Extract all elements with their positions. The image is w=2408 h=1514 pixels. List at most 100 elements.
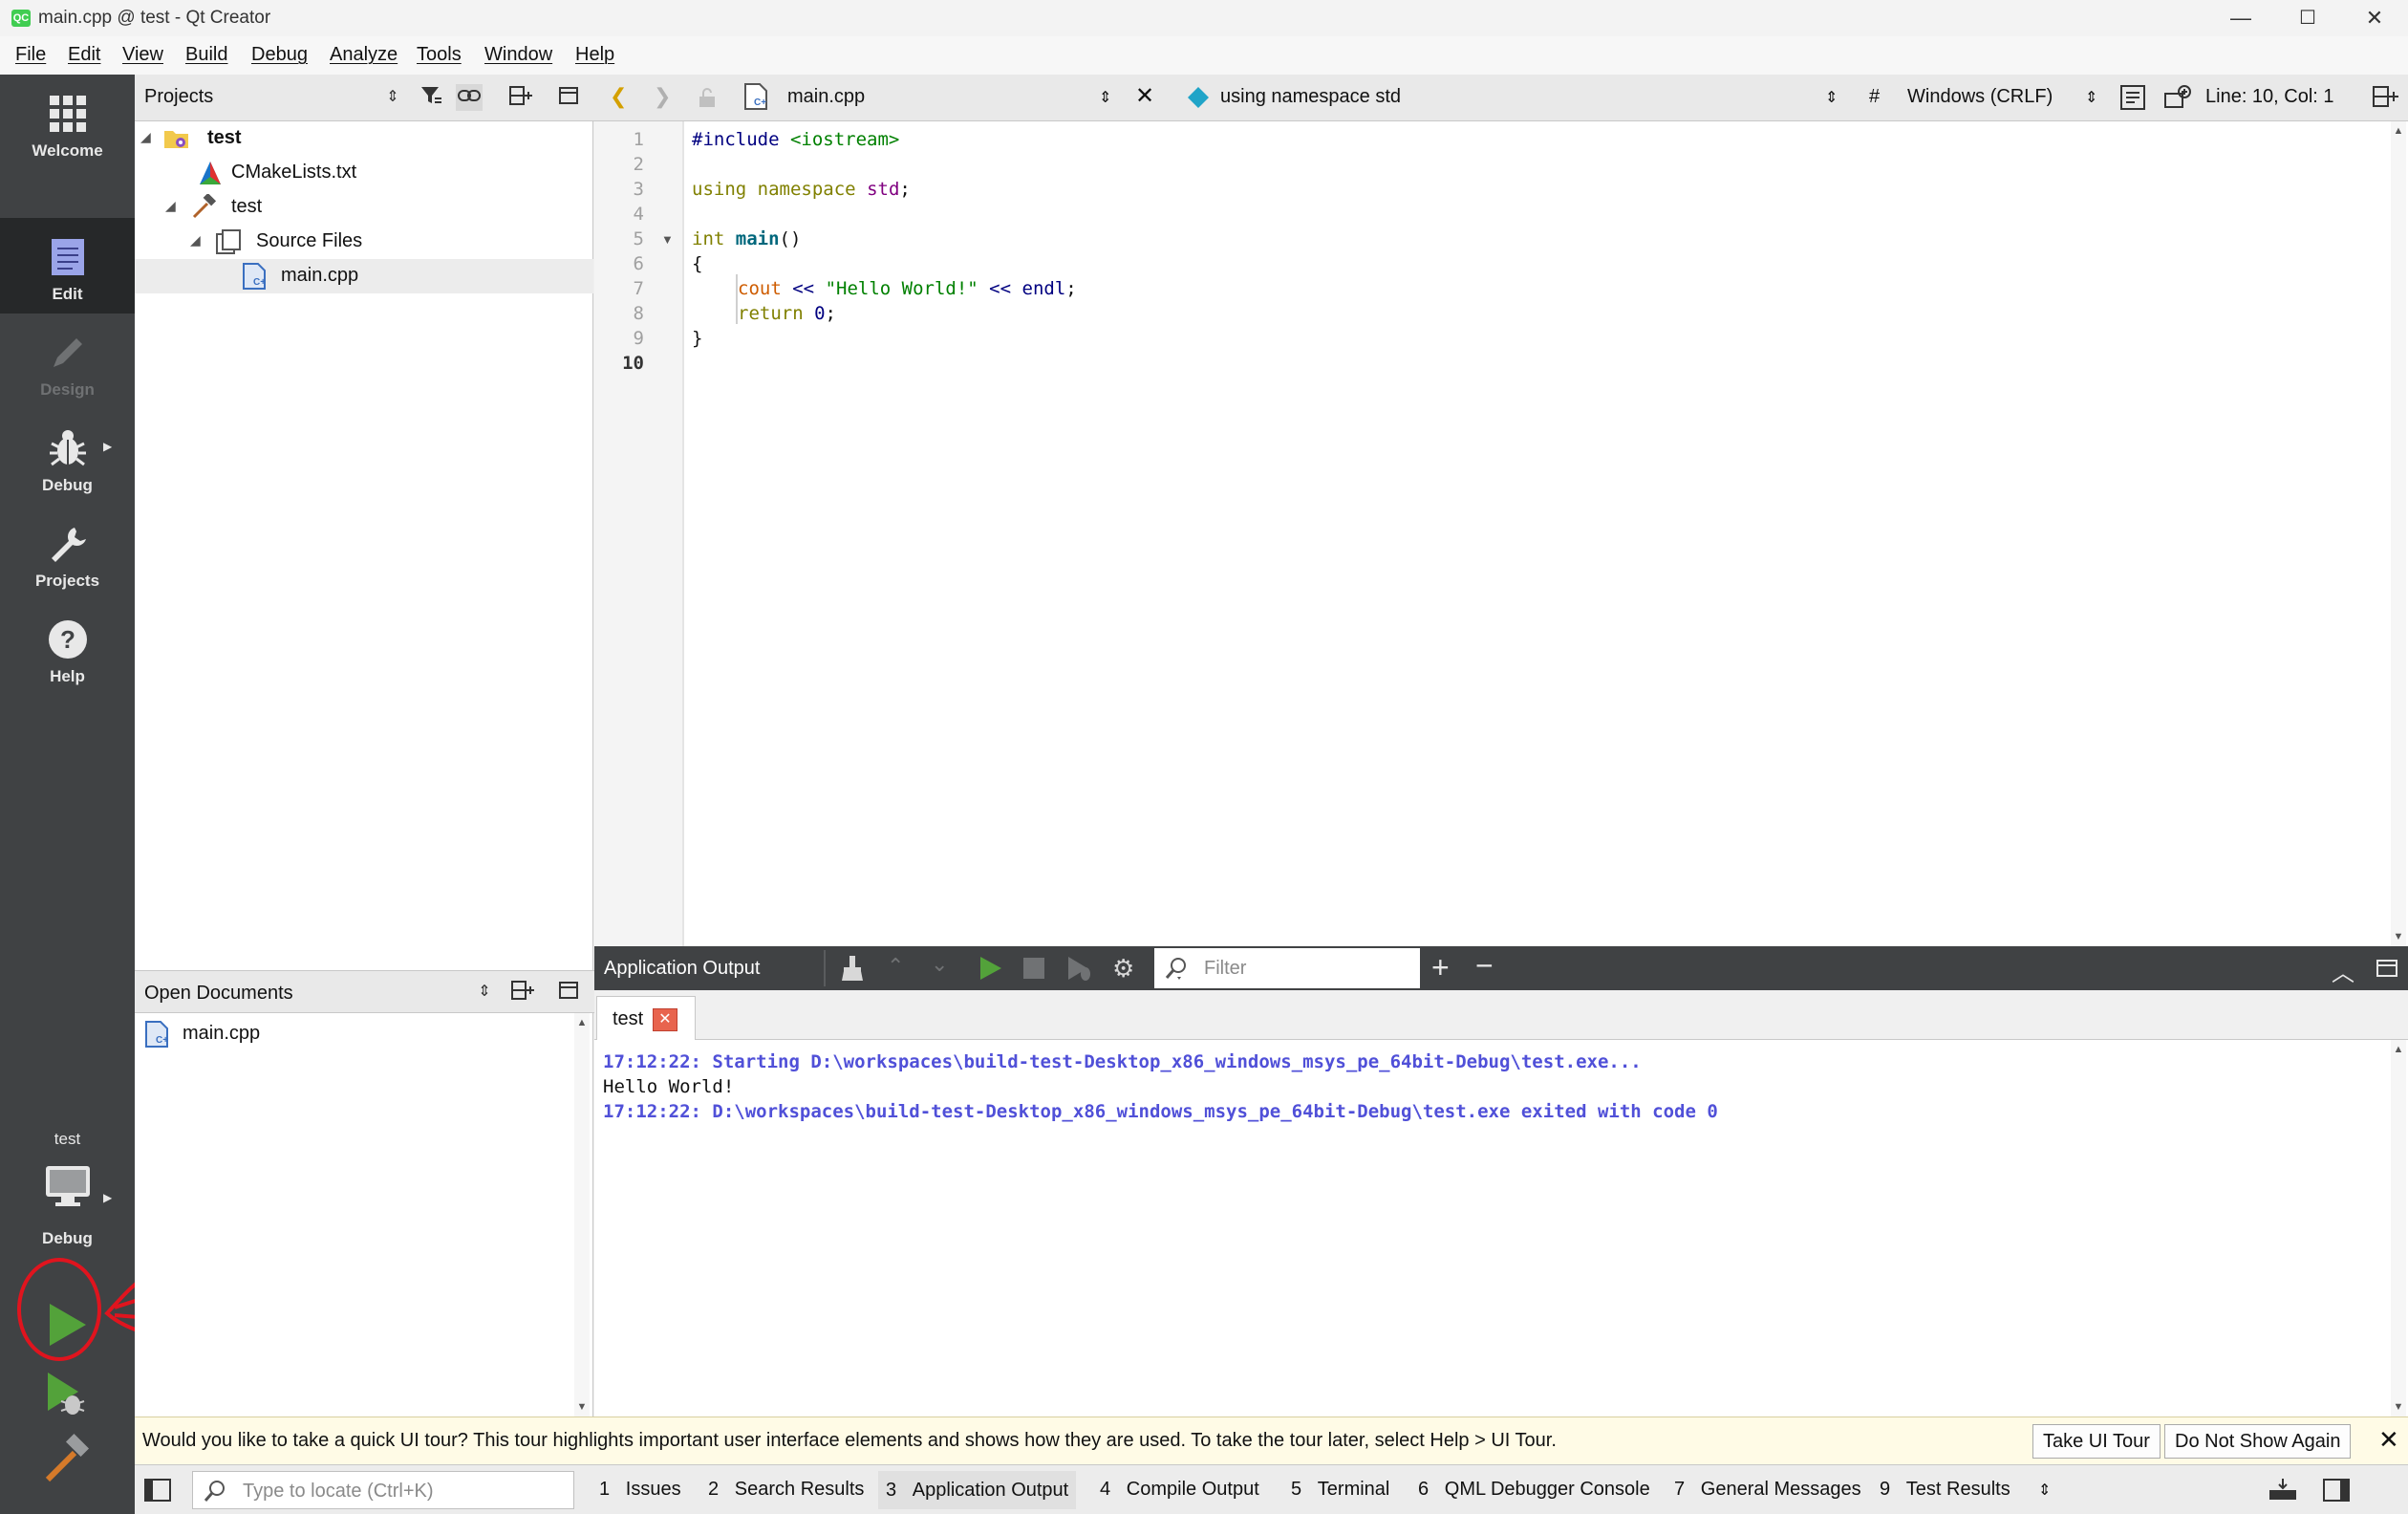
- open-document-main-cpp[interactable]: C+ main.cpp: [135, 1017, 574, 1051]
- navigate-back-icon[interactable]: ❮: [610, 84, 627, 109]
- previous-item-icon[interactable]: ⌃: [887, 954, 904, 979]
- add-cursor-icon[interactable]: [2163, 84, 2192, 117]
- menu-view[interactable]: View: [122, 44, 163, 66]
- scroll-down-icon[interactable]: ▼: [574, 1399, 590, 1415]
- line-number-gutter: 1 2 3 4 5 6 7 8 9 10 ▼: [594, 121, 682, 946]
- close-tab-icon[interactable]: ✕: [653, 1008, 677, 1031]
- pane-tab-application-output[interactable]: 3 Application Output: [878, 1471, 1077, 1509]
- kit-submenu-arrow-icon: ▶: [103, 1191, 113, 1204]
- menu-help[interactable]: Help: [575, 44, 614, 66]
- output-tab-test[interactable]: test ✕: [596, 996, 696, 1040]
- pane-tab-general-messages[interactable]: 7 General Messages: [1674, 1479, 1861, 1501]
- expand-arrow-icon[interactable]: ◢: [140, 129, 156, 144]
- close-window-button[interactable]: ✕: [2341, 0, 2408, 36]
- mode-label: Help: [50, 667, 85, 685]
- toggle-sidebar-icon[interactable]: [142, 1475, 173, 1511]
- menu-window[interactable]: Window: [484, 44, 552, 66]
- scroll-up-icon[interactable]: ▲: [2391, 1042, 2406, 1057]
- close-panel-icon[interactable]: [555, 84, 582, 111]
- progress-details-icon[interactable]: [2268, 1477, 2298, 1509]
- close-document-icon[interactable]: ✕: [1135, 82, 1154, 110]
- do-not-show-again-button[interactable]: Do Not Show Again: [2164, 1424, 2352, 1459]
- scroll-up-icon[interactable]: ▲: [2391, 123, 2406, 139]
- stop-icon[interactable]: [1022, 957, 1045, 985]
- split-editor-icon[interactable]: [2372, 84, 2398, 115]
- pane-tab-issues[interactable]: 1 Issues: [599, 1479, 681, 1501]
- encoding-hash-label: #: [1869, 86, 1881, 107]
- outline-icon[interactable]: [2119, 84, 2146, 117]
- expand-arrow-icon[interactable]: ◢: [190, 232, 205, 248]
- file-selector-updown-icon[interactable]: ⇕: [1099, 88, 1111, 107]
- line-ending-selector[interactable]: Windows (CRLF): [1907, 86, 2053, 108]
- fold-arrow-icon[interactable]: ▼: [661, 232, 674, 247]
- mode-welcome[interactable]: Welcome: [0, 75, 135, 170]
- menu-tools[interactable]: Tools: [417, 44, 462, 66]
- toggle-right-sidebar-icon[interactable]: [2321, 1475, 2352, 1511]
- code-token: <<: [792, 278, 815, 299]
- take-ui-tour-button[interactable]: Take UI Tour: [2032, 1424, 2161, 1459]
- menu-analyze[interactable]: Analyze: [330, 44, 398, 66]
- maximize-button[interactable]: ☐: [2274, 0, 2341, 36]
- mode-projects[interactable]: Projects: [0, 505, 135, 600]
- attach-debugger-icon[interactable]: [1066, 955, 1093, 987]
- tree-item-main-cpp[interactable]: C+ main.cpp: [135, 259, 593, 293]
- monitor-icon: [46, 1166, 90, 1206]
- tree-item-source-files[interactable]: ◢ Source Files: [135, 225, 593, 259]
- pane-tab-test-results[interactable]: 9 Test Results: [1880, 1479, 2010, 1501]
- editor-scrollbar[interactable]: ▲ ▼: [2391, 121, 2406, 946]
- mode-edit[interactable]: Edit: [0, 218, 135, 314]
- menu-debug[interactable]: Debug: [251, 44, 308, 66]
- output-filter-input[interactable]: Filter: [1154, 948, 1420, 988]
- settings-gear-icon[interactable]: ⚙: [1112, 954, 1134, 984]
- clear-output-icon[interactable]: [839, 954, 868, 988]
- pane-tab-number: 3: [886, 1480, 897, 1501]
- view-selector-updown-icon[interactable]: ⇕: [379, 84, 406, 111]
- menu-file[interactable]: File: [15, 44, 46, 66]
- application-output-text[interactable]: 17:12:22: Starting D:\workspaces\build-t…: [594, 1040, 2408, 1417]
- open-documents-scrollbar[interactable]: ▲ ▼: [574, 1013, 590, 1417]
- filter-icon[interactable]: [418, 84, 444, 111]
- rerun-icon[interactable]: [977, 955, 1003, 987]
- build-button[interactable]: [38, 1432, 96, 1489]
- zoom-in-icon[interactable]: +: [1431, 950, 1450, 985]
- menu-edit[interactable]: Edit: [68, 44, 100, 66]
- line-ending-updown-icon[interactable]: ⇕: [2085, 88, 2097, 107]
- expand-arrow-icon[interactable]: ◢: [165, 198, 181, 213]
- pane-tab-qml-debugger-console[interactable]: 6 QML Debugger Console: [1418, 1479, 1650, 1501]
- zoom-out-icon[interactable]: −: [1475, 948, 1494, 984]
- tree-item-cmakelists[interactable]: CMakeLists.txt: [135, 156, 593, 190]
- maximize-pane-icon[interactable]: ︿: [2332, 954, 2354, 987]
- locator-input[interactable]: Type to locate (Ctrl+K): [192, 1471, 574, 1509]
- pane-tab-search-results[interactable]: 2 Search Results: [708, 1479, 864, 1501]
- view-selector-updown-icon[interactable]: ⇕: [471, 979, 498, 1006]
- mode-help[interactable]: ? Help: [0, 600, 135, 696]
- code-editor[interactable]: 1 2 3 4 5 6 7 8 9 10 ▼ #include <iostrea…: [594, 121, 2408, 946]
- mode-debug[interactable]: ▶ Debug: [0, 409, 135, 505]
- pane-tab-compile-output[interactable]: 4 Compile Output: [1100, 1479, 1259, 1501]
- line-number-current: 10: [622, 353, 644, 374]
- mode-design[interactable]: Design: [0, 314, 135, 409]
- symbol-selector[interactable]: using namespace std: [1220, 86, 1401, 108]
- pane-tab-terminal[interactable]: 5 Terminal: [1291, 1479, 1389, 1501]
- open-file-selector[interactable]: main.cpp: [787, 86, 865, 108]
- tree-item-target-test[interactable]: ◢ test: [135, 190, 593, 225]
- symbol-selector-updown-icon[interactable]: ⇕: [1825, 88, 1838, 107]
- link-with-editor-icon[interactable]: [456, 84, 483, 111]
- scroll-down-icon[interactable]: ▼: [2391, 929, 2406, 944]
- minimize-button[interactable]: —: [2207, 0, 2274, 36]
- scroll-down-icon[interactable]: ▼: [2391, 1399, 2406, 1415]
- pane-tab-label: Application Output: [912, 1480, 1069, 1501]
- more-panes-updown-icon[interactable]: ⇕: [2038, 1481, 2051, 1500]
- split-icon[interactable]: [507, 84, 534, 111]
- close-infobar-icon[interactable]: ✕: [2378, 1425, 2399, 1455]
- menu-build[interactable]: Build: [185, 44, 227, 66]
- cursor-position-label[interactable]: Line: 10, Col: 1: [2205, 86, 2334, 108]
- tree-item-project-test[interactable]: ◢ test: [135, 121, 593, 156]
- close-pane-icon[interactable]: [2376, 957, 2398, 985]
- split-icon[interactable]: [509, 979, 536, 1006]
- output-scrollbar[interactable]: ▲ ▼: [2391, 1040, 2406, 1417]
- scroll-up-icon[interactable]: ▲: [574, 1015, 590, 1030]
- close-panel-icon[interactable]: [555, 979, 582, 1006]
- next-item-icon[interactable]: ⌄: [931, 952, 948, 977]
- navigate-forward-icon[interactable]: ❯: [654, 84, 671, 109]
